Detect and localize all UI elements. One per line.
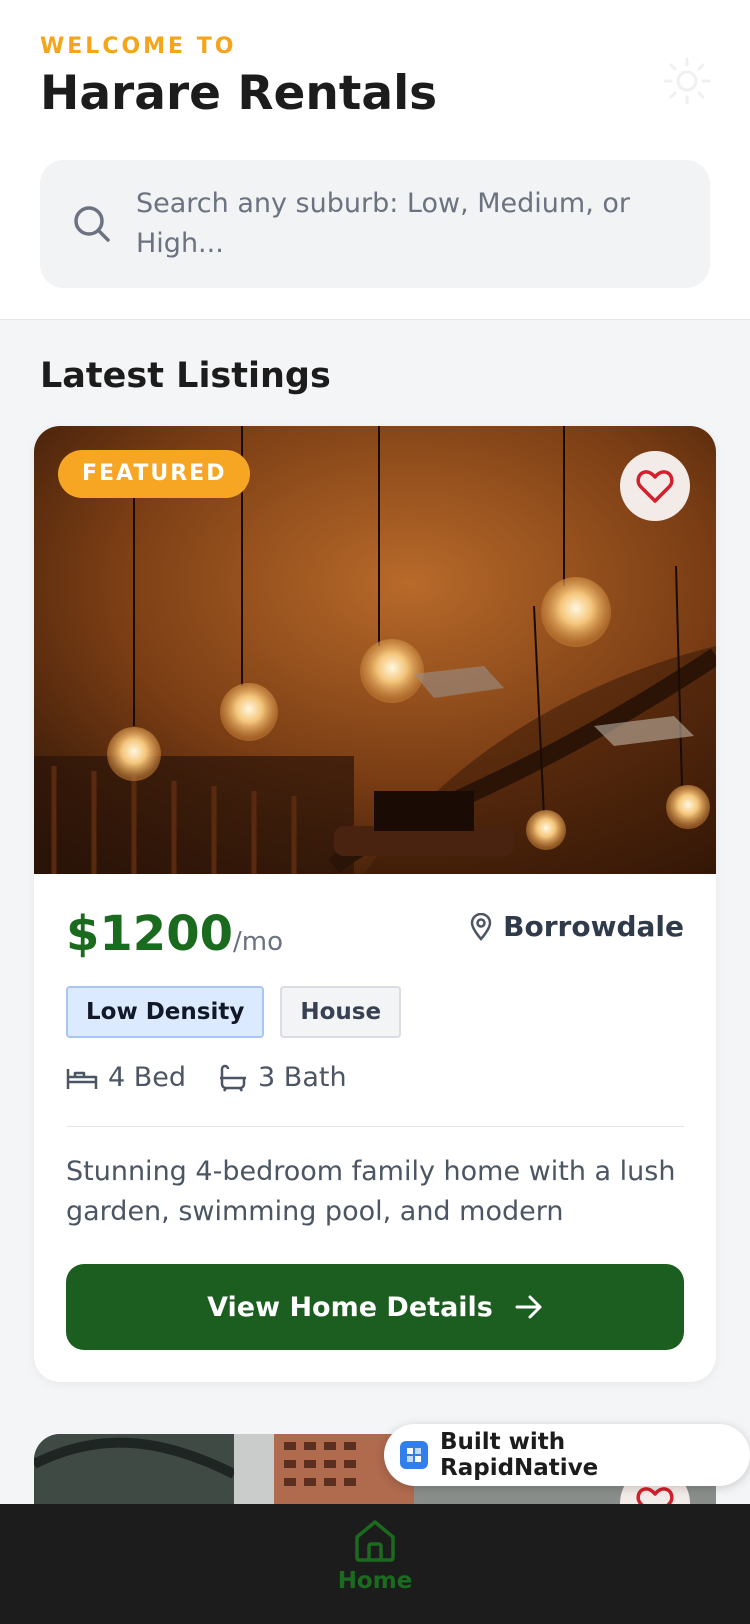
map-pin-icon [470, 912, 492, 941]
property-type-tag: House [280, 986, 402, 1038]
rapidnative-logo-icon [400, 1441, 428, 1469]
heart-icon [636, 470, 674, 503]
app-header: WELCOME TO Harare Rentals Search any sub… [0, 0, 750, 320]
built-with-badge[interactable]: Built with RapidNative [384, 1424, 750, 1486]
price-period: /mo [233, 927, 283, 957]
divider [66, 1126, 684, 1127]
built-with-label: Built with RapidNative [440, 1429, 599, 1481]
home-icon [355, 1520, 395, 1562]
bed-icon [66, 1068, 98, 1089]
section-title: Latest Listings [40, 356, 331, 396]
tab-home[interactable]: Home [325, 1518, 425, 1608]
beds-feature: 4 Bed [66, 1062, 186, 1093]
search-placeholder: Search any suburb: Low, Medium, or High.… [136, 188, 630, 259]
price-amount: $1200 [66, 906, 233, 962]
tab-home-label: Home [337, 1568, 413, 1594]
favorite-button[interactable] [620, 451, 690, 521]
location-name: Borrowdale [503, 910, 684, 943]
listing-tags: Low Density House [66, 986, 402, 1038]
featured-badge: FEATURED [58, 450, 251, 498]
arrow-right-icon [515, 1295, 542, 1319]
view-details-button[interactable]: View Home Details [66, 1264, 684, 1350]
listing-card[interactable]: FEATURED $1200/mo Borrowdale Low Density… [34, 426, 716, 1382]
price: $1200/mo [66, 906, 283, 962]
bottom-tab-bar: Home [0, 1504, 750, 1624]
search-icon [74, 206, 110, 242]
sun-icon[interactable] [662, 56, 712, 106]
page-title: Harare Rentals [40, 66, 438, 121]
view-details-label: View Home Details [207, 1291, 493, 1323]
beds-label: 4 Bed [108, 1062, 187, 1093]
bath-icon [220, 1064, 247, 1092]
listing-description: Stunning 4-bedroom family home with a lu… [66, 1156, 676, 1227]
baths-feature: 3 Bath [218, 1062, 347, 1093]
baths-label: 3 Bath [258, 1062, 347, 1093]
search-input[interactable]: Search any suburb: Low, Medium, or High.… [40, 160, 710, 288]
listing-features: 4 Bed 3 Bath [66, 1062, 369, 1093]
welcome-eyebrow: WELCOME TO [40, 34, 237, 59]
density-tag: Low Density [66, 986, 265, 1038]
location: Borrowdale [469, 910, 684, 943]
